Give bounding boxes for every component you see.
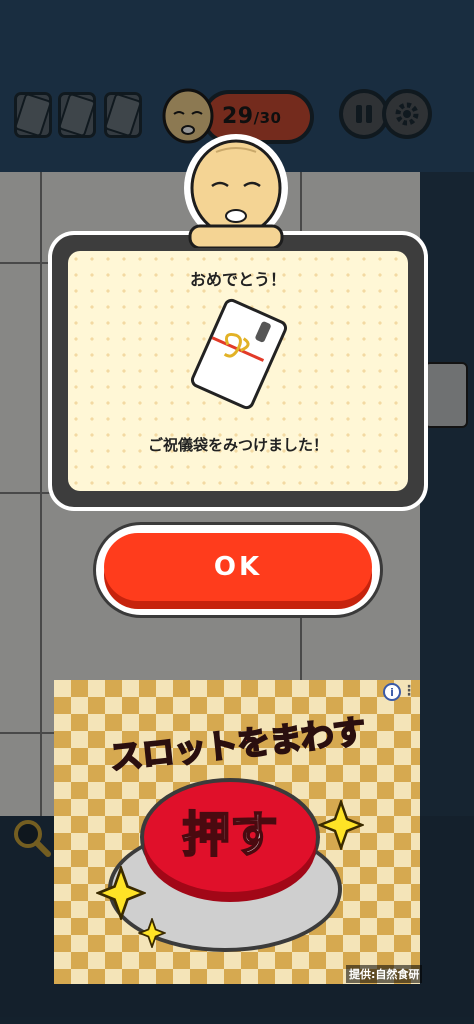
sparkle-icon xyxy=(138,918,166,948)
ok-button[interactable]: OK xyxy=(104,533,372,601)
sparkle-icon xyxy=(318,800,364,850)
ad-push-label: 押す xyxy=(181,806,279,864)
ad-sponsor: 提供:自然食研 xyxy=(346,965,423,983)
dialog-title: おめでとう！ xyxy=(189,270,286,289)
more-icon[interactable]: ⋮ xyxy=(402,683,416,699)
character-peeking-icon xyxy=(184,134,288,248)
sparkle-icon xyxy=(96,866,146,920)
dialog-message: ご祝儀袋をみつけました！ xyxy=(147,436,328,454)
info-icon[interactable]: i xyxy=(383,683,401,701)
